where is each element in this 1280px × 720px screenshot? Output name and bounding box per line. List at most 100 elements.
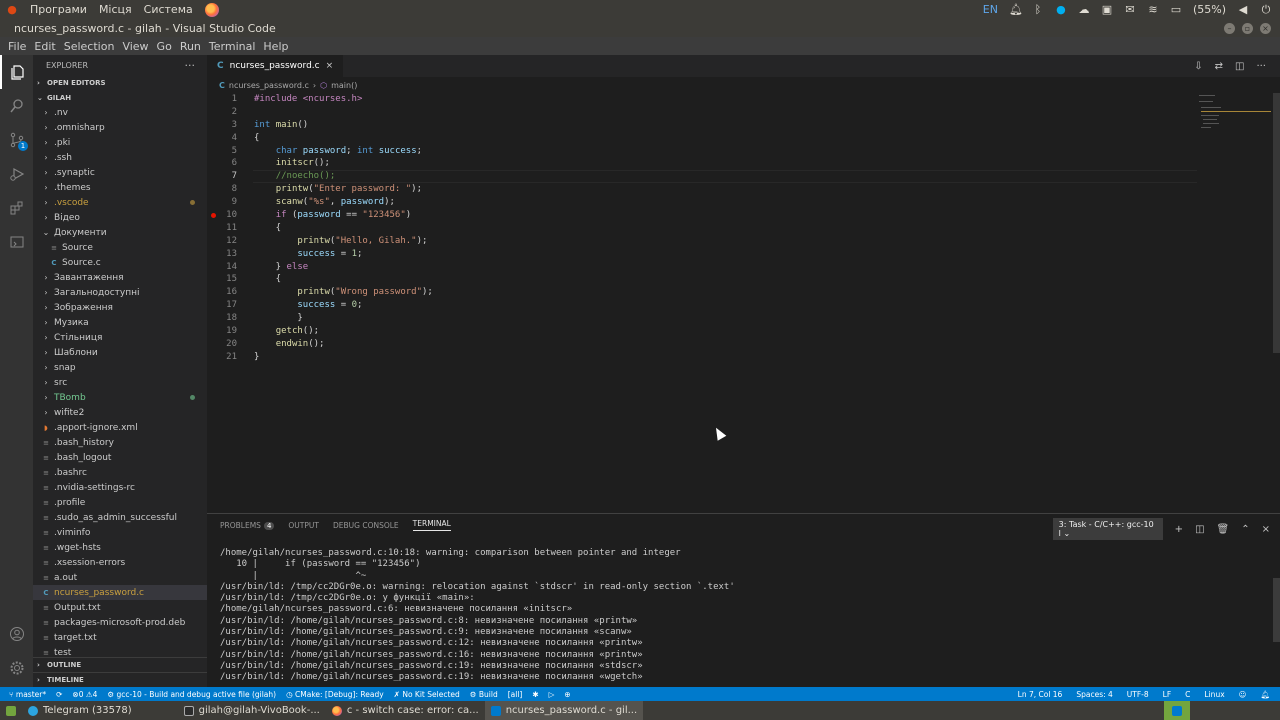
tree-folder[interactable]: › .themes <box>33 180 207 195</box>
more-actions-icon[interactable]: ··· <box>1256 61 1266 72</box>
code-line[interactable]: 18 } <box>207 312 1197 325</box>
breadcrumb-file[interactable]: ncurses_password.c <box>229 81 309 90</box>
minimize-button[interactable]: – <box>1224 22 1235 34</box>
editor-tab-active[interactable]: C ncurses_password.c × <box>207 55 344 77</box>
code-line[interactable]: 14 } else <box>207 261 1197 274</box>
tree-folder[interactable]: › snap <box>33 360 207 375</box>
tree-file[interactable]: ≡ .xsession-errors <box>33 555 207 570</box>
source-control-icon[interactable]: 1 <box>0 123 33 157</box>
timeline-section[interactable]: › TIMELINE <box>33 672 207 687</box>
code-line[interactable]: 3 int main() <box>207 119 1197 132</box>
menu-terminal[interactable]: Terminal <box>205 40 260 53</box>
save-all-icon[interactable]: ⇩ <box>1194 61 1202 72</box>
show-desktop-icon[interactable] <box>0 701 22 720</box>
cloud-icon[interactable]: ☁ <box>1078 4 1090 15</box>
close-button[interactable]: × <box>1260 22 1271 34</box>
tree-file[interactable]: ≡ target.txt <box>33 630 207 645</box>
tree-folder[interactable]: › Завантаження <box>33 270 207 285</box>
run-debug-icon[interactable] <box>0 157 33 191</box>
tree-folder[interactable]: › Шаблони <box>33 345 207 360</box>
menu-programs[interactable]: Програми <box>30 3 87 16</box>
notifications-bell-icon[interactable]: 🔔︎ <box>1260 690 1270 699</box>
tab-terminal[interactable]: TERMINAL <box>412 519 451 531</box>
cursor-position[interactable]: Ln 7, Col 16 <box>1018 690 1063 699</box>
firefox-launcher-icon[interactable] <box>204 2 219 17</box>
branch-status[interactable]: ⑂ master* <box>9 690 46 699</box>
feedback-icon[interactable]: ☺ <box>1239 690 1247 699</box>
tree-folder[interactable]: › Відео <box>33 210 207 225</box>
tree-file[interactable]: C Source.c <box>33 255 207 270</box>
split-editor-icon[interactable]: ◫ <box>1235 61 1244 72</box>
accounts-icon[interactable] <box>0 617 33 651</box>
minimap[interactable] <box>1197 93 1277 133</box>
settings-gear-icon[interactable] <box>0 651 33 685</box>
more-actions-icon[interactable]: ··· <box>185 59 196 72</box>
tree-file[interactable]: ≡ a.out <box>33 570 207 585</box>
terminal-output[interactable]: /home/gilah/ncurses_password.c:10:18: wa… <box>220 548 735 684</box>
tree-folder[interactable]: › .vscode <box>33 195 207 210</box>
code-line[interactable]: 6 initscr(); <box>207 157 1197 170</box>
tree-file[interactable]: ≡ .bash_history <box>33 435 207 450</box>
code-line[interactable]: 5 char password; int success; <box>207 145 1197 158</box>
wifi-icon[interactable]: ≋ <box>1147 4 1159 15</box>
maximize-panel-icon[interactable]: ⌃ <box>1241 524 1249 535</box>
battery-percent[interactable]: (55%) <box>1193 3 1226 16</box>
tab-debug-console[interactable]: DEBUG CONSOLE <box>333 521 399 530</box>
code-line[interactable]: 21} <box>207 351 1197 364</box>
tree-folder[interactable]: › TBomb <box>33 390 207 405</box>
volume-icon[interactable]: ◀ <box>1237 4 1249 15</box>
debug-config-status[interactable]: ⚙ gcc-10 - Build and debug active file (… <box>107 690 276 699</box>
terminal-select[interactable]: 3: Task - C/C++: gcc-10 l ⌄ <box>1052 518 1163 540</box>
tree-folder[interactable]: › Стільниця <box>33 330 207 345</box>
language-mode[interactable]: C <box>1185 690 1190 699</box>
tree-folder[interactable]: › src <box>33 375 207 390</box>
target-select-icon[interactable]: ⊕ <box>564 690 570 699</box>
code-line[interactable]: 2 <box>207 106 1197 119</box>
sync-icon[interactable]: ⟳ <box>56 690 62 699</box>
breakpoint-icon[interactable] <box>211 213 216 219</box>
nvidia-icon[interactable]: ▣ <box>1101 4 1113 15</box>
menu-places[interactable]: Місця <box>99 3 132 16</box>
tree-folder[interactable]: › Загальнодоступні <box>33 285 207 300</box>
code-line[interactable]: 17 success = 0; <box>207 299 1197 312</box>
menu-run[interactable]: Run <box>176 40 205 53</box>
explorer-icon[interactable] <box>0 55 33 89</box>
code-editor[interactable]: 1 #include <ncurses.h> 2 3 int main() 4{5 cha… <box>207 93 1197 364</box>
taskbar-item-vscode[interactable]: ncurses_password.c - gil... <box>484 701 644 720</box>
code-line[interactable]: 11 { <box>207 222 1197 235</box>
tree-folder[interactable]: › .pki <box>33 135 207 150</box>
extensions-icon[interactable] <box>0 191 33 225</box>
tree-file[interactable]: ≡ .wget-hsts <box>33 540 207 555</box>
open-editors-section[interactable]: › OPEN EDITORS <box>33 75 207 90</box>
mail-icon[interactable]: ✉ <box>1124 4 1136 15</box>
end-of-line[interactable]: LF <box>1163 690 1172 699</box>
tree-file[interactable]: ≡ packages-microsoft-prod.deb <box>33 615 207 630</box>
power-icon[interactable]: ⏻ <box>1260 4 1272 15</box>
battery-icon[interactable]: ▭ <box>1170 4 1182 15</box>
taskbar-item-firefox[interactable]: c - switch case: error: ca... <box>326 701 485 720</box>
code-line[interactable]: 8 printw("Enter password: "); <box>207 183 1197 196</box>
menu-help[interactable]: Help <box>259 40 292 53</box>
tree-file[interactable]: ≡ .bashrc <box>33 465 207 480</box>
tree-file[interactable]: ≡ Output.txt <box>33 600 207 615</box>
search-icon[interactable] <box>0 89 33 123</box>
build-button[interactable]: ⚙ Build <box>470 690 498 699</box>
tab-output[interactable]: OUTPUT <box>288 521 319 530</box>
code-line[interactable]: 13 success = 1; <box>207 248 1197 261</box>
tree-file[interactable]: ≡ Source <box>33 240 207 255</box>
tree-file[interactable]: ≡ .viminfo <box>33 525 207 540</box>
code-line[interactable]: 16 printw("Wrong password"); <box>207 286 1197 299</box>
debug-bug-icon[interactable]: ✱ <box>532 690 538 699</box>
maximize-button[interactable]: ▫ <box>1242 22 1253 34</box>
tree-folder[interactable]: ⌄ Документи <box>33 225 207 240</box>
tree-file[interactable]: ◗ .apport-ignore.xml <box>33 420 207 435</box>
cmake-status[interactable]: ◷ CMake: [Debug]: Ready <box>286 690 384 699</box>
code-line[interactable]: 7 //noecho(); <box>207 170 1197 184</box>
tree-folder[interactable]: › .nv <box>33 105 207 120</box>
new-terminal-icon[interactable]: + <box>1175 524 1183 535</box>
platform[interactable]: Linux <box>1204 690 1224 699</box>
close-panel-icon[interactable]: × <box>1262 524 1270 535</box>
editor-scrollbar[interactable] <box>1273 93 1280 353</box>
bluetooth-icon[interactable]: ᛒ <box>1032 4 1044 15</box>
menu-go[interactable]: Go <box>153 40 176 53</box>
